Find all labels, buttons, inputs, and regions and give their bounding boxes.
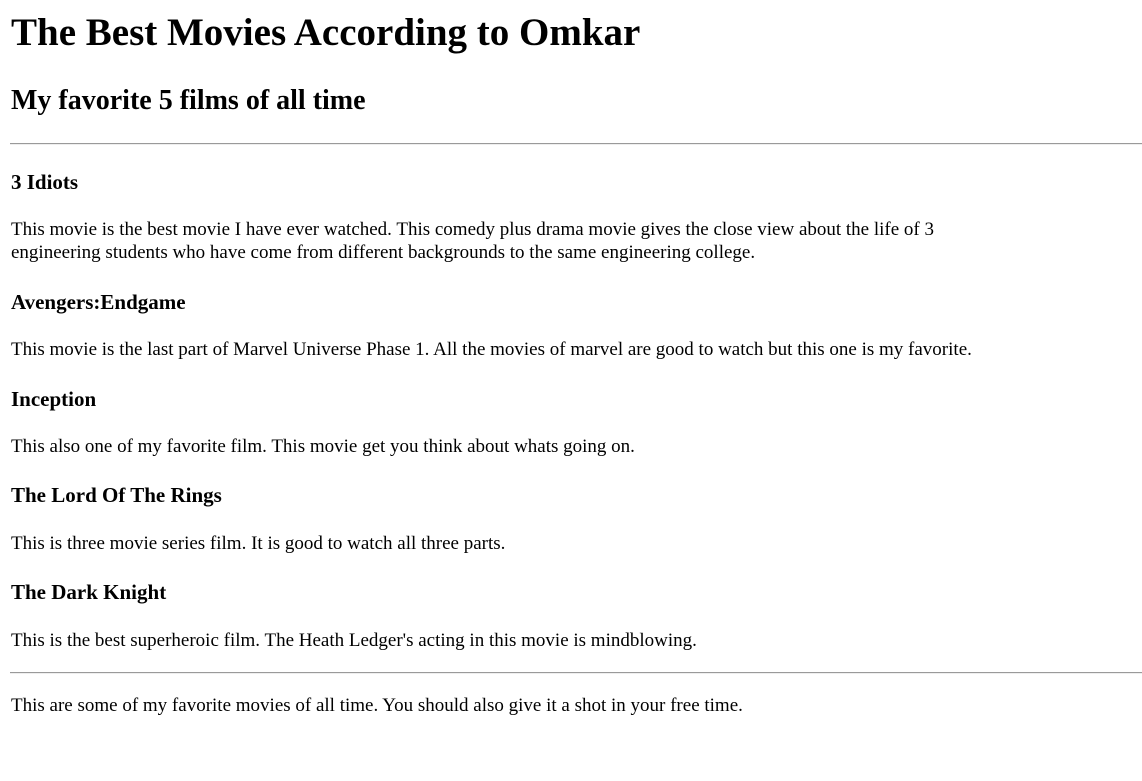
footer-text: This are some of my favorite movies of a… [11, 695, 743, 716]
movie-title-inception: Inception [11, 387, 97, 411]
top-divider [10, 143, 1142, 145]
movie-title-avengers-endgame: Avengers:Endgame [11, 290, 186, 314]
movie-title-dark-knight: The Dark Knight [11, 580, 167, 604]
movie-description-3-idiots: This movie is the best movie I have ever… [11, 219, 935, 263]
movie-title-3-idiots: 3 Idiots [11, 170, 79, 194]
page-subtitle: My favorite 5 films of all time [11, 85, 366, 116]
movie-description-inception: This also one of my favorite film. This … [11, 436, 635, 457]
movie-description-lord-of-the-rings: This is three movie series film. It is g… [11, 533, 506, 554]
movie-description-dark-knight: This is the best superheroic film. The H… [11, 630, 697, 651]
movie-title-lord-of-the-rings: The Lord Of The Rings [11, 483, 222, 507]
bottom-divider [10, 672, 1142, 674]
page-title: The Best Movies According to Omkar [11, 11, 641, 54]
movie-description-avengers-endgame: This movie is the last part of Marvel Un… [11, 339, 972, 360]
